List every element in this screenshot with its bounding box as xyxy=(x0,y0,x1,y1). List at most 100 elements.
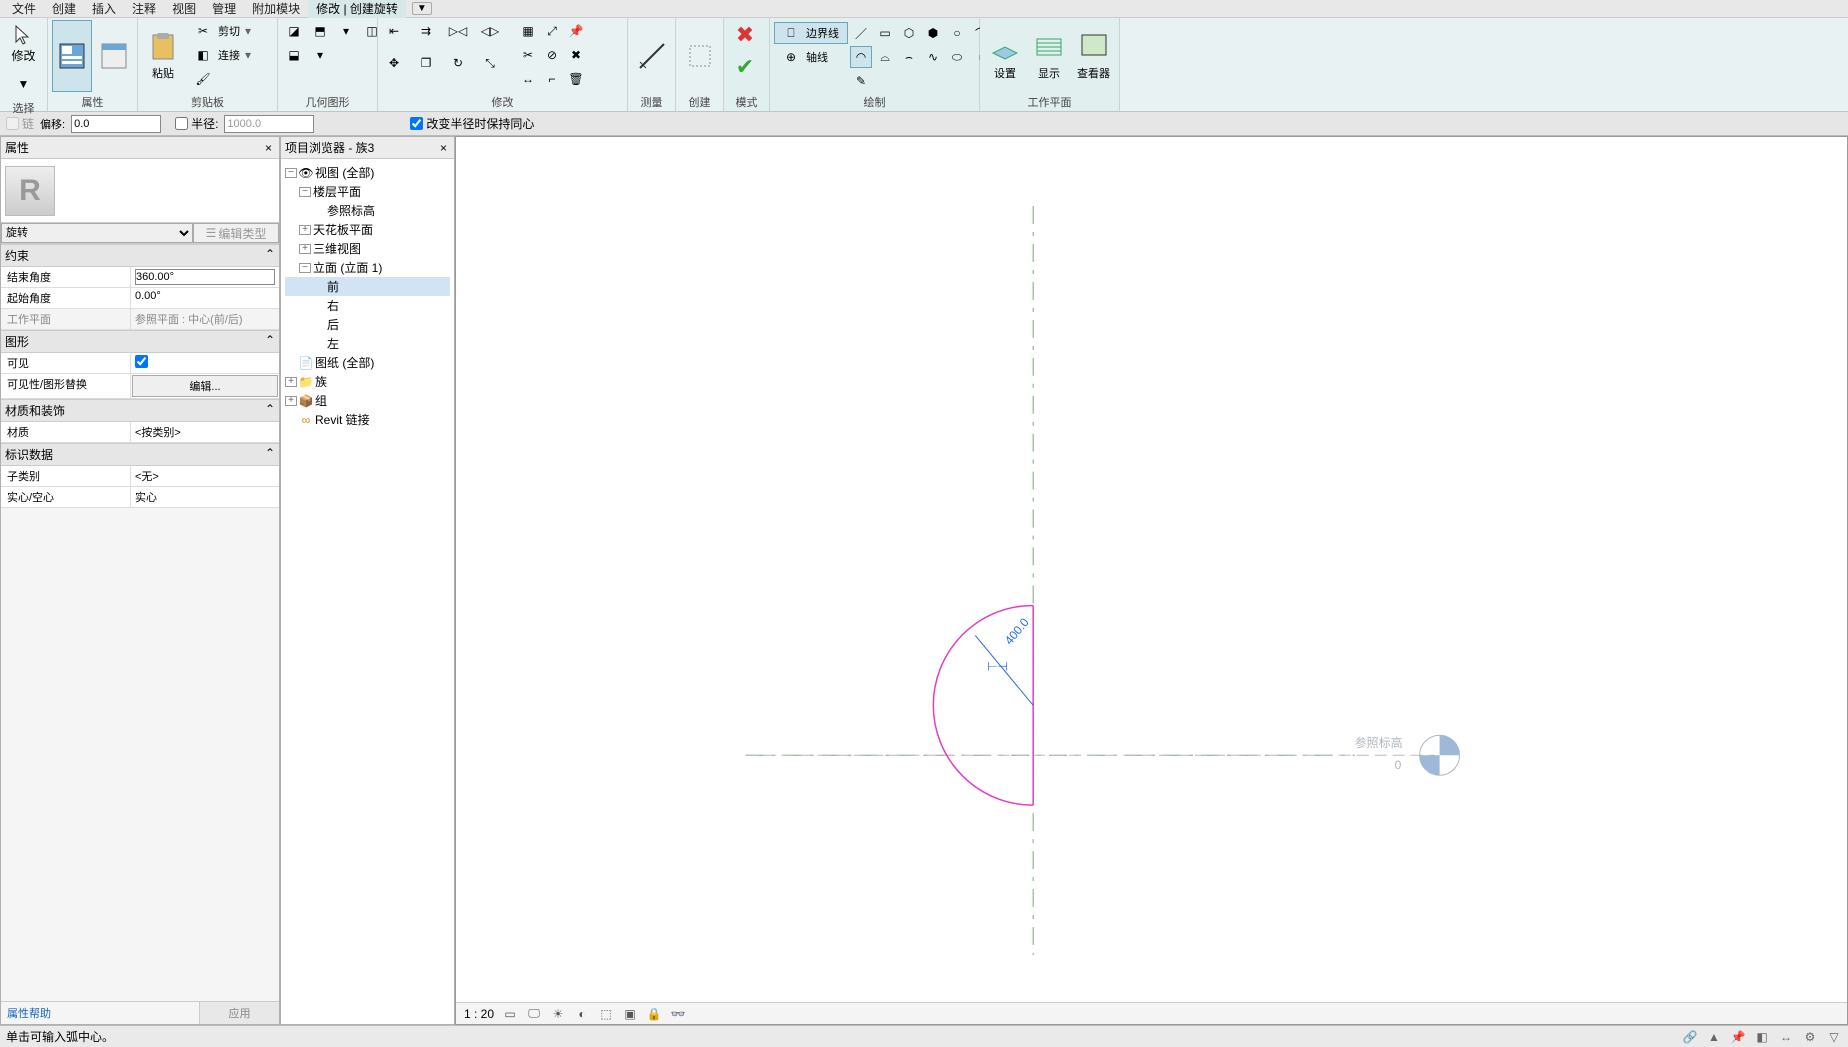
collapse-icon-3[interactable]: ⌃ xyxy=(265,402,275,419)
boundary-line-button[interactable]: ⎕边界线 xyxy=(774,22,848,44)
unpin-button[interactable]: ⊘ xyxy=(540,44,564,66)
flip-control-icon[interactable]: ⊢⊣ xyxy=(987,659,1008,673)
move-button[interactable]: ✥ xyxy=(382,52,406,74)
end-angle-input[interactable] xyxy=(135,269,275,285)
match-button[interactable]: 🖌 xyxy=(186,68,258,90)
delete-button[interactable]: ✖ xyxy=(564,44,588,66)
visibility-edit-button[interactable]: 编辑... xyxy=(132,375,278,397)
cancel-mode-button[interactable]: ✖ xyxy=(728,20,762,50)
expand-1[interactable]: ▾ xyxy=(334,20,358,42)
menu-annotate[interactable]: 注释 xyxy=(124,0,164,18)
menu-view[interactable]: 视图 xyxy=(164,0,204,18)
line-tool[interactable]: ／ xyxy=(850,22,872,44)
keep-concentric-checkbox[interactable] xyxy=(410,117,423,130)
properties-button[interactable] xyxy=(52,20,92,92)
modify-button[interactable]: 修改 xyxy=(6,20,40,67)
canvas[interactable]: 400.0 ⊢⊣ 参照标高 0 1 : 20 ▭ 🖵 ☀ ◐ ⬚ ▣ 🔒 👓 xyxy=(455,136,1848,1025)
filter-status-icon[interactable]: ▽ xyxy=(1826,1029,1842,1045)
poly-out-tool[interactable]: ⬢ xyxy=(922,22,944,44)
create-button[interactable] xyxy=(680,20,720,92)
properties-close-button[interactable]: × xyxy=(262,141,275,155)
circle-tool[interactable]: ○ xyxy=(946,22,968,44)
menu-file[interactable]: 文件 xyxy=(4,0,44,18)
select-underlay-icon[interactable]: ▲ xyxy=(1706,1029,1722,1045)
select-pinned-icon[interactable]: 📌 xyxy=(1730,1029,1746,1045)
radius-checkbox-label[interactable]: 半径: xyxy=(175,115,218,132)
scale-value[interactable]: 1 : 20 xyxy=(464,1007,494,1021)
drag-elements-icon[interactable]: ↔ xyxy=(1778,1029,1794,1045)
edit-type-button[interactable]: ☰编辑类型 xyxy=(193,223,279,243)
radius-checkbox[interactable] xyxy=(175,117,188,130)
select-face-icon[interactable]: ◧ xyxy=(1754,1029,1770,1045)
corner-button[interactable]: ⌐ xyxy=(540,68,564,90)
subcategory-value[interactable]: <无> xyxy=(131,466,279,486)
collapse-icon-2[interactable]: ⌃ xyxy=(265,333,275,350)
pick-lines-tool[interactable]: ✎ xyxy=(850,70,872,92)
rect-tool[interactable]: ▭ xyxy=(874,22,896,44)
arc-tan-tool[interactable]: ⌓ xyxy=(874,46,896,68)
menu-create[interactable]: 创建 xyxy=(44,0,84,18)
apply-button[interactable]: 应用 xyxy=(199,1002,279,1024)
arc-center-tool[interactable]: ◠ xyxy=(850,46,872,68)
set-workplane-button[interactable]: 设置 xyxy=(984,20,1026,92)
type-properties-button[interactable] xyxy=(94,20,134,92)
menu-insert[interactable]: 插入 xyxy=(84,0,124,18)
array-button[interactable]: ▦ xyxy=(516,20,540,42)
background-icon[interactable]: ⚙ xyxy=(1802,1029,1818,1045)
align-button[interactable]: ⇤ xyxy=(382,20,406,42)
lock-3d-icon[interactable]: 🔒 xyxy=(646,1006,662,1022)
temp-hide-icon[interactable]: 👓 xyxy=(670,1006,686,1022)
drawing-view[interactable]: 400.0 ⊢⊣ 参照标高 0 xyxy=(456,137,1847,1024)
cut-geom-button[interactable]: ⬒ xyxy=(308,20,332,42)
filter-button[interactable]: ▼ xyxy=(7,69,41,99)
collapse-icon-4[interactable]: ⌃ xyxy=(265,446,275,463)
axis-line-button[interactable]: ⊕轴线 xyxy=(774,46,848,68)
solid-void-value[interactable]: 实心 xyxy=(131,487,279,507)
properties-help-link[interactable]: 属性帮助 xyxy=(1,1002,199,1024)
ellipse-tool[interactable]: ⬭ xyxy=(946,46,968,68)
radius-dimension[interactable]: 400.0 xyxy=(1002,615,1032,647)
select-links-icon[interactable]: 🔗 xyxy=(1682,1029,1698,1045)
sun-path-icon[interactable]: ☀ xyxy=(550,1006,566,1022)
cope-button[interactable]: ◪ xyxy=(282,20,306,42)
type-selector[interactable]: 旋转 xyxy=(1,223,193,243)
show-workplane-button[interactable]: 显示 xyxy=(1028,20,1070,92)
join-geom-button[interactable]: ⬓ xyxy=(282,44,306,66)
visible-checkbox[interactable] xyxy=(135,355,148,368)
crop-region-icon[interactable]: ▣ xyxy=(622,1006,638,1022)
start-angle-value[interactable]: 0.00° xyxy=(131,288,279,308)
mirror-draw-button[interactable]: ◁▷ xyxy=(478,20,502,42)
crop-view-icon[interactable]: ⬚ xyxy=(598,1006,614,1022)
pin-button[interactable]: 📌 xyxy=(564,20,588,42)
cut-button[interactable]: ✂剪切▾ xyxy=(186,20,258,42)
keep-concentric-label[interactable]: 改变半径时保持同心 xyxy=(410,115,534,132)
mirror-axis-button[interactable]: ▷◁ xyxy=(446,20,470,42)
finish-mode-button[interactable]: ✔ xyxy=(728,52,762,82)
poly-in-tool[interactable]: ⬡ xyxy=(898,22,920,44)
paste-button[interactable]: 粘贴 xyxy=(142,20,184,92)
spline-tool[interactable]: ∿ xyxy=(922,46,944,68)
detail-level-icon[interactable]: ▭ xyxy=(502,1006,518,1022)
trim-button[interactable]: ⤡ xyxy=(478,52,502,74)
rotate-button[interactable]: ↻ xyxy=(446,52,470,74)
project-tree[interactable]: −👁视图 (全部) −楼层平面 参照标高 +天花板平面 +三维视图 −立面 (立… xyxy=(281,159,454,1024)
offset-input[interactable] xyxy=(71,115,161,133)
join-button[interactable]: ◧连接▾ xyxy=(186,44,258,66)
demolish-button[interactable]: 🗑 xyxy=(564,68,588,90)
offset-button[interactable]: ⇉ xyxy=(414,20,438,42)
split-button[interactable]: ✂ xyxy=(516,44,540,66)
scale-button[interactable]: ⤢ xyxy=(540,20,564,42)
level-label[interactable]: 参照标高 xyxy=(1355,735,1403,750)
viewer-button[interactable]: 查看器 xyxy=(1072,20,1115,92)
expand-2[interactable]: ▾ xyxy=(308,44,332,66)
visual-style-icon[interactable]: 🖵 xyxy=(526,1006,542,1022)
fillet-tool[interactable]: ⌢ xyxy=(898,46,920,68)
menu-addins[interactable]: 附加模块 xyxy=(244,0,308,18)
shadows-icon[interactable]: ◐ xyxy=(574,1006,590,1022)
extend-button[interactable]: ↔ xyxy=(516,68,540,90)
menu-overflow-icon[interactable]: ▼ xyxy=(412,2,432,15)
collapse-icon[interactable]: ⌃ xyxy=(265,247,275,264)
copy-button[interactable]: ❐ xyxy=(414,52,438,74)
menu-modify-context[interactable]: 修改 | 创建旋转 xyxy=(308,0,406,18)
level-value[interactable]: 0 xyxy=(1395,758,1402,772)
